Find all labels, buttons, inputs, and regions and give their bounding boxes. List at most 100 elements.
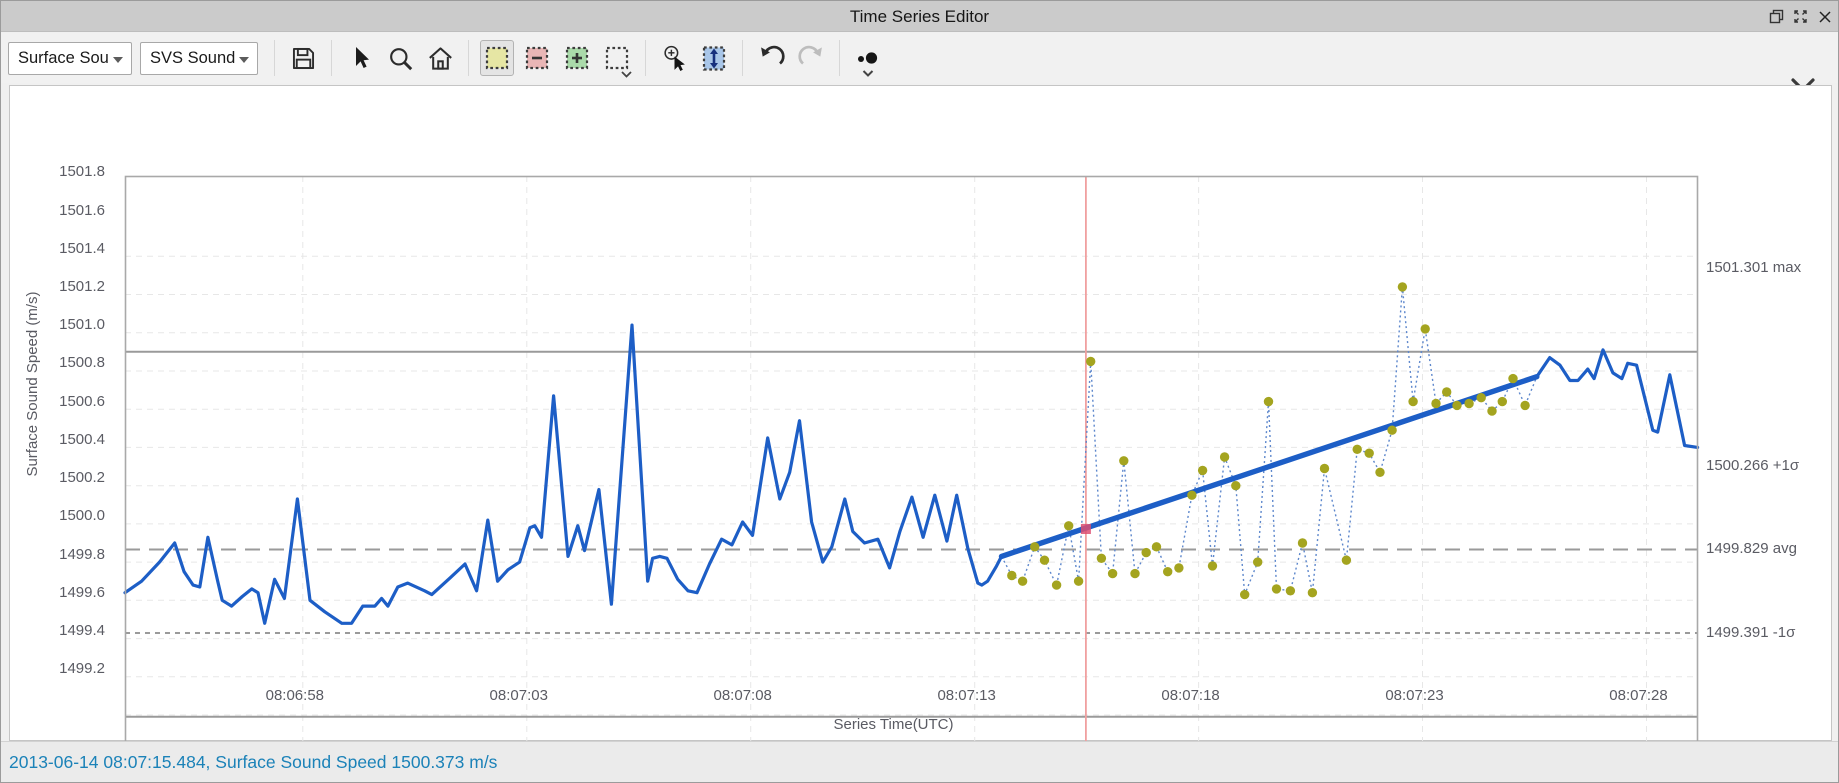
zoom-in-select-button[interactable] bbox=[657, 40, 691, 76]
blue-rect-vertical-arrows-icon bbox=[702, 45, 726, 71]
edited-point-marker[interactable] bbox=[1130, 568, 1140, 579]
undo-button[interactable] bbox=[754, 40, 788, 76]
edited-point-marker[interactable] bbox=[1408, 396, 1418, 407]
edited-point-marker[interactable] bbox=[1431, 398, 1441, 409]
redo-button[interactable] bbox=[794, 40, 828, 76]
cursor-value-marker[interactable] bbox=[1080, 524, 1091, 534]
edited-point-marker[interactable] bbox=[1375, 467, 1385, 477]
select-rect-tool-button[interactable] bbox=[600, 40, 634, 78]
y-tick-label: 1499.4 bbox=[59, 622, 105, 640]
edited-point-marker[interactable] bbox=[1442, 387, 1452, 397]
y-tick-label: 1499.8 bbox=[59, 545, 105, 563]
titlebar[interactable]: Time Series Editor bbox=[1, 1, 1838, 32]
y-tick-label: 1501.6 bbox=[59, 201, 105, 219]
edited-point-marker[interactable] bbox=[1030, 542, 1040, 552]
y-tick-label: 1501.8 bbox=[59, 163, 105, 181]
edited-point-marker[interactable] bbox=[1397, 282, 1408, 292]
edited-point-marker[interactable] bbox=[1073, 576, 1084, 586]
sensor-combo[interactable]: SVS Sound bbox=[140, 41, 258, 75]
edited-point-marker[interactable] bbox=[1240, 589, 1250, 600]
edited-point-marker[interactable] bbox=[1119, 456, 1129, 466]
series-combo[interactable]: Surface Sou bbox=[8, 41, 132, 75]
edited-point-marker[interactable] bbox=[1163, 567, 1173, 577]
dotted-rect-icon bbox=[605, 46, 629, 70]
magnifier-icon bbox=[389, 47, 412, 70]
toolbar-separator bbox=[645, 40, 646, 76]
chevron-down-icon bbox=[862, 70, 874, 77]
edited-point-marker[interactable] bbox=[1476, 393, 1486, 403]
y-tick-label: 1501.4 bbox=[59, 239, 105, 257]
edited-point-marker[interactable] bbox=[1064, 521, 1074, 531]
edited-point-marker[interactable] bbox=[1341, 555, 1352, 565]
toolbar-separator bbox=[274, 40, 275, 76]
fit-vertical-button[interactable] bbox=[697, 40, 731, 76]
edited-point-marker[interactable] bbox=[1263, 396, 1274, 407]
edited-point-marker[interactable] bbox=[1497, 396, 1508, 407]
edited-point-marker[interactable] bbox=[1387, 425, 1397, 435]
sound-speed-left[interactable] bbox=[123, 323, 1004, 625]
edited-point-marker[interactable] bbox=[1197, 465, 1208, 476]
edited-point-marker[interactable] bbox=[1487, 406, 1497, 416]
home-view-button[interactable] bbox=[423, 40, 457, 76]
edited-point-marker[interactable] bbox=[1174, 563, 1184, 573]
edited-point-marker[interactable] bbox=[1319, 463, 1330, 474]
y-tick-label: 1500.0 bbox=[59, 507, 105, 525]
green-dotted-rect-plus-icon bbox=[565, 46, 589, 70]
select-restore-tool-button[interactable] bbox=[560, 40, 594, 76]
statusbar: 2013-06-14 08:07:15.484, Surface Sound S… bbox=[1, 741, 1838, 782]
timeseries-plot[interactable] bbox=[123, 175, 1700, 760]
edited-point-marker[interactable] bbox=[1007, 570, 1017, 581]
close-icon[interactable] bbox=[1817, 9, 1832, 24]
cursor-arrow-icon bbox=[356, 47, 369, 68]
house-icon bbox=[428, 46, 452, 70]
edited-point-marker[interactable] bbox=[1151, 542, 1162, 552]
toolbar: Surface Sou SVS Sound bbox=[1, 33, 1838, 92]
zoom-tool-button[interactable] bbox=[383, 40, 417, 76]
edited-point-marker[interactable] bbox=[1307, 588, 1318, 598]
edited-point-marker[interactable] bbox=[1107, 568, 1118, 579]
edited-point-marker[interactable] bbox=[1253, 557, 1263, 567]
time-series-editor-window: Time Series Editor Surface Sou SVS Sound… bbox=[0, 0, 1839, 783]
plot-border bbox=[124, 175, 1699, 760]
chevron-down-icon bbox=[239, 56, 249, 63]
edited-point-marker[interactable] bbox=[1297, 538, 1308, 548]
redo-arrow-icon bbox=[797, 45, 822, 65]
red-dotted-rect-minus-icon bbox=[525, 46, 549, 70]
save-button[interactable] bbox=[286, 40, 320, 76]
edited-point-marker[interactable] bbox=[1364, 448, 1374, 458]
edited-point-marker[interactable] bbox=[1420, 324, 1430, 334]
point-size-button[interactable] bbox=[851, 40, 885, 77]
toolbar-separator bbox=[839, 40, 840, 76]
toolbar-separator bbox=[331, 40, 332, 76]
edited-point-marker[interactable] bbox=[1352, 444, 1362, 454]
stat-label: 1499.829 avg bbox=[1706, 540, 1797, 558]
edited-point-marker[interactable] bbox=[1452, 400, 1462, 411]
sound-speed-right[interactable] bbox=[1535, 348, 1700, 449]
edited-point-marker[interactable] bbox=[1017, 576, 1028, 586]
edited-point-marker[interactable] bbox=[1086, 356, 1096, 367]
edited-point-marker[interactable] bbox=[1464, 398, 1474, 409]
edited-point-marker[interactable] bbox=[1187, 490, 1197, 500]
floppy-disk-icon bbox=[292, 47, 314, 69]
edited-point-marker[interactable] bbox=[1039, 555, 1050, 565]
edited-point-marker[interactable] bbox=[1231, 481, 1241, 491]
pointer-tool-button[interactable] bbox=[343, 40, 377, 76]
edited-point-marker[interactable] bbox=[1141, 547, 1151, 558]
edited-point-marker[interactable] bbox=[1207, 561, 1218, 571]
dots-icon bbox=[858, 52, 878, 64]
edited-point-marker[interactable] bbox=[1271, 584, 1282, 594]
cursor-readout-text: 2013-06-14 08:07:15.484, Surface Sound S… bbox=[9, 751, 498, 772]
select-accept-tool-button[interactable] bbox=[480, 40, 514, 76]
edited-point-marker[interactable] bbox=[1520, 400, 1530, 411]
edited-point-marker[interactable] bbox=[1508, 373, 1518, 384]
edited-point-marker[interactable] bbox=[1219, 452, 1230, 462]
edited-point-marker[interactable] bbox=[1096, 553, 1107, 563]
edited-point-marker[interactable] bbox=[1051, 580, 1062, 590]
y-tick-label: 1499.6 bbox=[59, 583, 105, 601]
edited-point-marker[interactable] bbox=[1285, 586, 1296, 596]
select-reject-tool-button[interactable] bbox=[520, 40, 554, 76]
chevron-down-icon bbox=[113, 56, 123, 63]
float-window-icon[interactable] bbox=[1769, 9, 1784, 24]
expand-window-icon[interactable] bbox=[1793, 9, 1808, 24]
stat-label: 1501.301 max bbox=[1706, 258, 1802, 276]
